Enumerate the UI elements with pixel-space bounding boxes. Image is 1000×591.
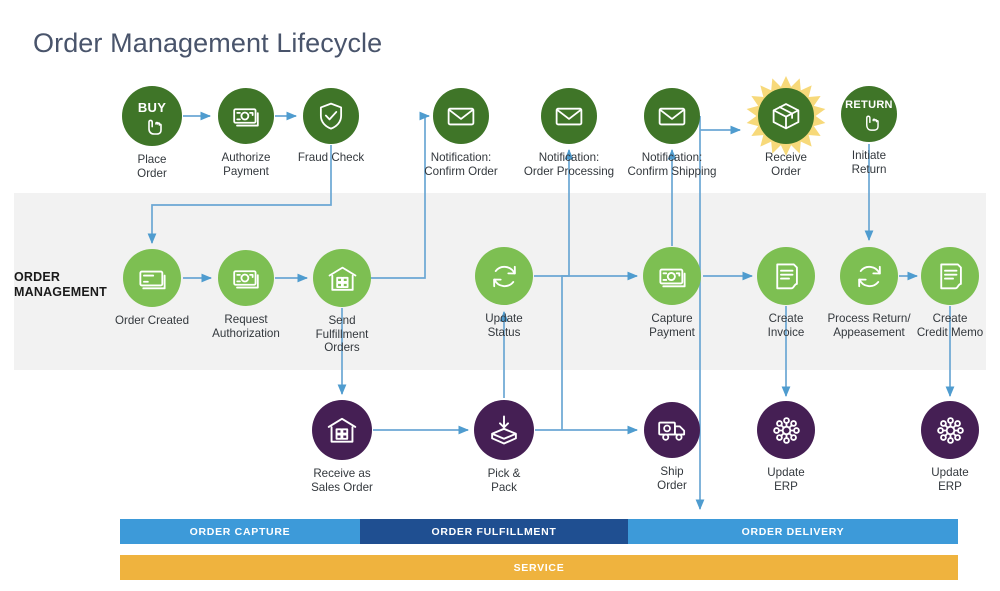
box-arrow-down-icon xyxy=(485,411,523,449)
node-circle-update-erp-2[interactable] xyxy=(921,401,979,459)
node-circle-order-created[interactable] xyxy=(123,249,181,307)
refresh-circle-icon xyxy=(851,258,888,295)
node-label-send-fulfillment-orders: Send Fulfillment Orders xyxy=(315,314,369,355)
node-circle-notification-confirm-order[interactable] xyxy=(433,88,489,144)
legend-phase-order-delivery: ORDER DELIVERY xyxy=(628,519,958,544)
shield-check-icon xyxy=(313,98,349,134)
node-circle-create-invoice[interactable] xyxy=(757,247,815,305)
node-circle-notification-order-processing[interactable] xyxy=(541,88,597,144)
node-circle-receive-as-sales-order[interactable] xyxy=(312,400,372,460)
invoice-doc-icon xyxy=(932,258,969,295)
legend-phase-service: SERVICE xyxy=(120,555,958,580)
page-title: Order Management Lifecycle xyxy=(33,28,383,58)
node-circle-send-fulfillment-orders[interactable] xyxy=(313,249,371,307)
node-circle-notification-confirm-shipping[interactable] xyxy=(644,88,700,144)
node-label-initiate-return: Initiate Return xyxy=(851,149,887,176)
package-box-icon xyxy=(768,98,804,134)
node-circle-initiate-return[interactable] xyxy=(841,86,897,142)
node-badge-initiate-return: RETURN xyxy=(845,99,893,112)
document-card-icon xyxy=(134,260,171,297)
envelope-icon xyxy=(654,98,690,134)
node-circle-receive-order[interactable] xyxy=(758,88,814,144)
node-circle-capture-payment[interactable] xyxy=(643,247,701,305)
legend-phase-order-capture: ORDER CAPTURE xyxy=(120,519,360,544)
node-circle-update-erp-1[interactable] xyxy=(757,401,815,459)
node-circle-update-status[interactable] xyxy=(475,247,533,305)
erp-network-icon xyxy=(932,412,969,449)
node-label-update-erp-2: Update ERP xyxy=(931,466,969,493)
node-label-update-erp-1: Update ERP xyxy=(767,466,805,493)
payment-card-icon xyxy=(654,258,691,295)
warehouse-icon xyxy=(324,260,361,297)
refresh-circle-icon xyxy=(486,258,523,295)
node-circle-pick-and-pack[interactable] xyxy=(474,400,534,460)
node-circle-authorize-payment[interactable] xyxy=(218,88,274,144)
warehouse-icon xyxy=(323,411,361,449)
invoice-doc-icon xyxy=(768,258,805,295)
diagram-canvas: ORDER MANAGEMENT Order Management Lifecy… xyxy=(0,0,1000,591)
node-circle-create-credit-memo[interactable] xyxy=(921,247,979,305)
node-circle-place-order[interactable] xyxy=(122,86,182,146)
delivery-truck-icon xyxy=(654,412,690,448)
node-badge-place-order: BUY xyxy=(137,100,167,116)
node-circle-ship-order[interactable] xyxy=(644,402,700,458)
erp-network-icon xyxy=(768,412,805,449)
legend-phase-order-fulfillment: ORDER FULFILLMENT xyxy=(360,519,628,544)
node-circle-fraud-check[interactable] xyxy=(303,88,359,144)
node-label-create-credit-memo: Create Credit Memo xyxy=(916,312,984,339)
envelope-icon xyxy=(551,98,587,134)
node-circle-request-authorization[interactable] xyxy=(218,250,274,306)
envelope-icon xyxy=(443,98,479,134)
node-label-update-status: Update Status xyxy=(485,312,523,339)
node-label-pick-and-pack: Pick & Pack xyxy=(487,467,521,494)
node-circle-process-return-appeasement[interactable] xyxy=(840,247,898,305)
payment-card-icon xyxy=(228,98,264,134)
node-label-receive-as-sales-order: Receive as Sales Order xyxy=(311,467,373,494)
payment-card-icon xyxy=(228,260,264,296)
order-management-band-label: ORDER MANAGEMENT xyxy=(14,270,107,299)
